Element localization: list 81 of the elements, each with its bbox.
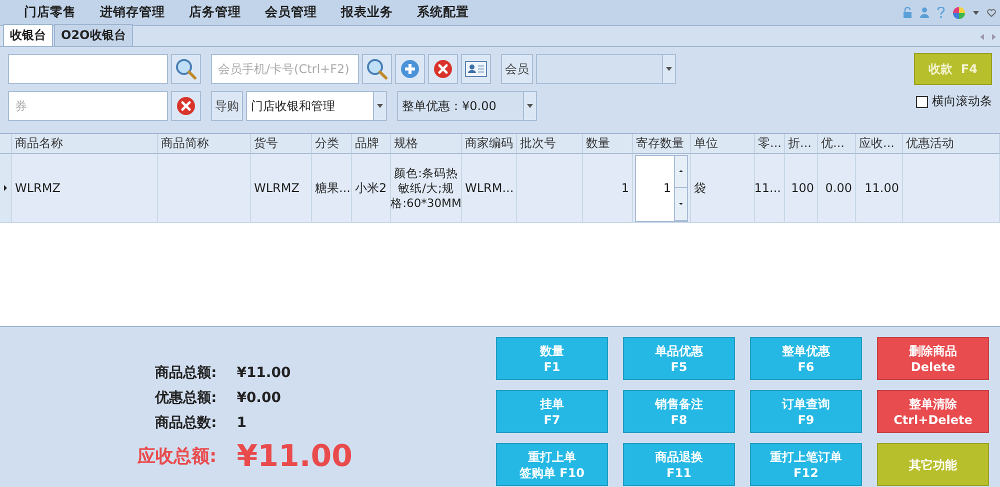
clear-coupon-button[interactable]: [171, 91, 201, 121]
column-header[interactable]: 批次号: [517, 134, 583, 154]
column-header[interactable]: 优惠活动: [903, 134, 1000, 154]
quantity-spinner[interactable]: 1: [635, 154, 688, 222]
search-button[interactable]: [171, 54, 201, 84]
guide-dropdown[interactable]: 门店收银和管理: [246, 91, 387, 121]
summary-label: 商品总额:: [154, 364, 217, 382]
table-cell: 1: [583, 154, 633, 223]
caret-icon: [666, 67, 672, 71]
caret-icon: [973, 10, 979, 14]
column-header[interactable]: 寄存数量: [633, 134, 691, 154]
scroll-right-icon[interactable]: [992, 34, 996, 40]
table-cell: WLRMZ: [12, 154, 158, 223]
member-dropdown[interactable]: [536, 54, 676, 84]
horizontal-scroll-checkbox[interactable]: 横向滚动条: [916, 93, 992, 110]
column-header[interactable]: 零...: [755, 134, 785, 154]
guide-label: 导购: [211, 91, 243, 121]
table-cell: 小米2: [352, 154, 391, 223]
menu-item[interactable]: 报表业务: [329, 4, 405, 21]
discount-dropdown[interactable]: 整单优惠：¥0.00: [397, 91, 537, 121]
table-cell: [517, 154, 583, 223]
member-label: 会员: [501, 54, 533, 84]
table-cell: 袋: [691, 154, 755, 223]
menu-item[interactable]: 门店零售: [12, 4, 88, 21]
close-icon: [433, 59, 453, 79]
column-header[interactable]: 商品名称: [12, 134, 158, 154]
plus-icon: [400, 59, 420, 79]
scroll-left-icon[interactable]: [980, 34, 984, 40]
table-cell: 糖果...: [312, 154, 352, 223]
member-search-field[interactable]: 会员手机/卡号(Ctrl+F2): [211, 54, 359, 84]
heart-icon[interactable]: [987, 8, 996, 16]
menu-item[interactable]: 进销存管理: [88, 4, 177, 21]
search-icon: [366, 58, 388, 80]
close-icon: [176, 96, 196, 116]
column-header[interactable]: 数量: [583, 134, 633, 154]
column-header[interactable]: 应收...: [856, 134, 903, 154]
caret-icon: [527, 104, 533, 108]
caret-icon: [377, 104, 383, 108]
summary-label: 商品总数:: [154, 414, 217, 432]
table-cell: 0.00: [818, 154, 856, 223]
column-header[interactable]: 规格: [391, 134, 462, 154]
lock-icon[interactable]: [903, 7, 912, 18]
summary-value: ¥0.00: [236, 390, 282, 406]
clear-member-button[interactable]: [428, 54, 458, 84]
summary-label: 优惠总额:: [154, 388, 217, 406]
function-button[interactable]: 整单清除 Ctrl+Delete: [877, 390, 989, 433]
id-card-icon: [465, 61, 487, 77]
column-header[interactable]: 货号: [251, 134, 312, 154]
tab[interactable]: O2O收银台: [54, 24, 133, 46]
column-header[interactable]: 单位: [691, 134, 755, 154]
summary-value: 1: [236, 414, 248, 430]
coupon-field[interactable]: 券: [8, 91, 168, 121]
column-header[interactable]: 优...: [818, 134, 856, 154]
summary-value: ¥11.00: [236, 438, 352, 474]
table-cell: 11...: [755, 154, 785, 223]
color-wheel-icon[interactable]: [953, 6, 965, 18]
tab[interactable]: 收银台: [3, 24, 53, 46]
barcode-field[interactable]: [8, 54, 168, 84]
column-header[interactable]: 品牌: [352, 134, 391, 154]
add-button[interactable]: [395, 54, 425, 84]
help-icon[interactable]: [937, 7, 945, 18]
user-icon[interactable]: [920, 7, 929, 18]
checkbox[interactable]: [916, 96, 928, 108]
column-header[interactable]: 折...: [785, 134, 818, 154]
search-icon: [175, 58, 197, 80]
column-header[interactable]: 商家编码: [462, 134, 517, 154]
table-cell: 100: [785, 154, 818, 223]
member-card-button[interactable]: [461, 54, 491, 84]
table-cell: WLRM...: [462, 154, 517, 223]
menu-item[interactable]: 系统配置: [405, 4, 481, 21]
table-cell: 11.00: [856, 154, 903, 223]
menu-item[interactable]: 店务管理: [177, 4, 253, 21]
column-header[interactable]: 分类: [312, 134, 352, 154]
column-header[interactable]: 商品简称: [158, 134, 251, 154]
function-button[interactable]: 删除商品 Delete: [877, 337, 989, 380]
table-cell: WLRMZ: [251, 154, 312, 223]
member-search-button[interactable]: [362, 54, 392, 84]
table-cell: 颜色:条码热敏纸/大;规格:60*30MM: [391, 154, 462, 223]
summary-value: ¥11.00: [236, 364, 292, 380]
summary-label: 应收总额:: [138, 445, 217, 468]
menu-item[interactable]: 会员管理: [253, 4, 329, 21]
